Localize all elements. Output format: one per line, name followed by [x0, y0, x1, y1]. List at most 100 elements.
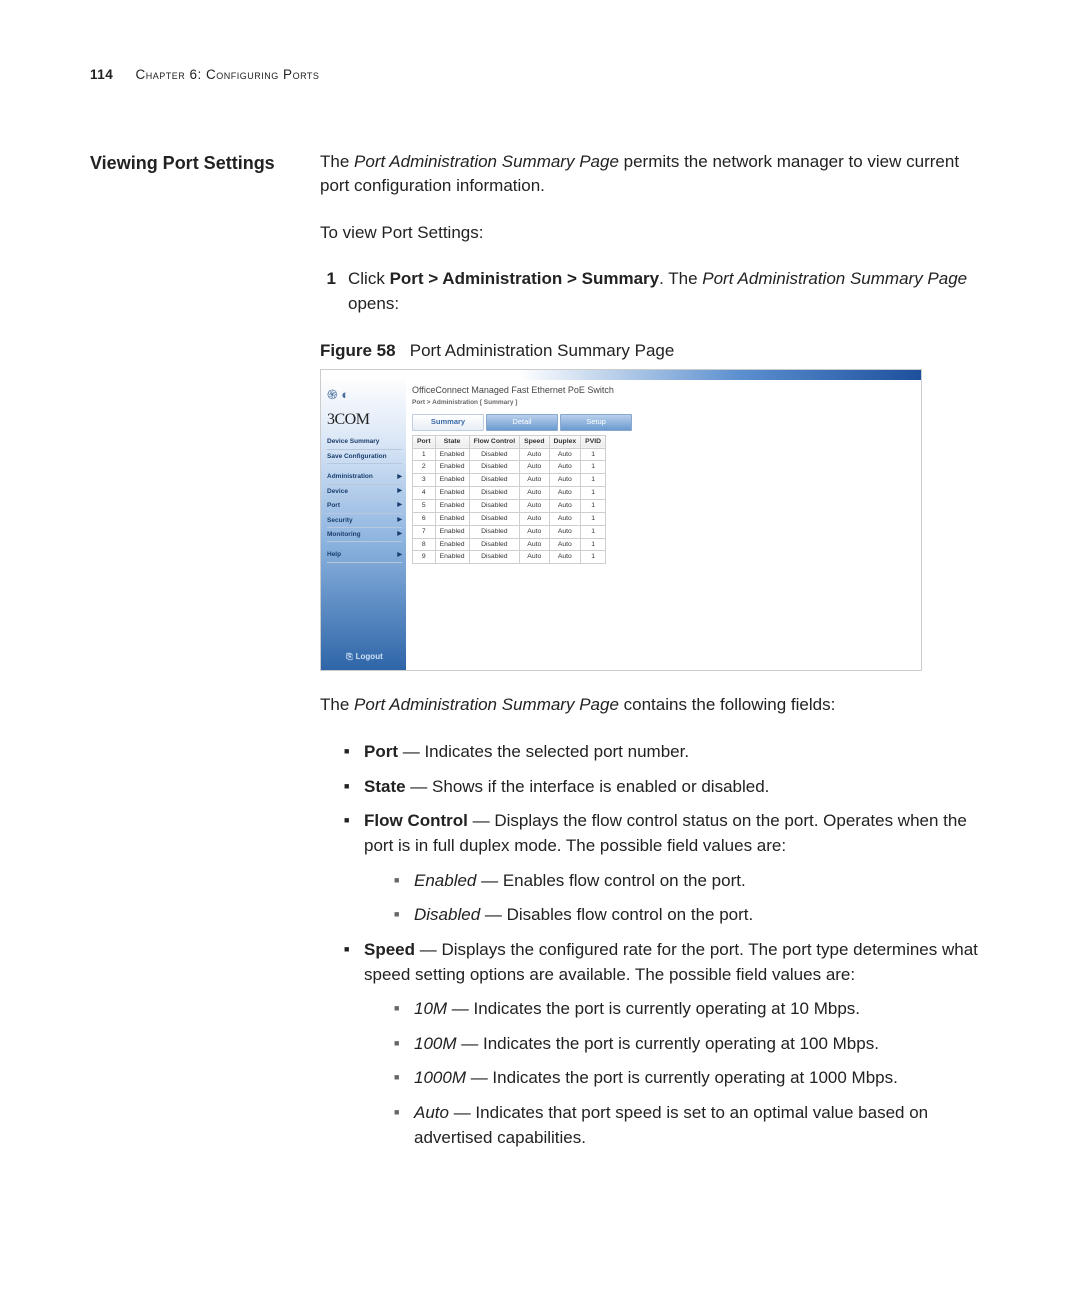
table-cell: Disabled	[469, 538, 520, 551]
value-rest: — Enables flow control on the port.	[476, 871, 745, 890]
field-item-state: State — Shows if the interface is enable…	[344, 775, 990, 800]
intro-paragraph-1: The Port Administration Summary Page per…	[320, 150, 990, 199]
speed-value-10m: 10M — Indicates the port is currently op…	[394, 997, 990, 1022]
table-cell: 3	[413, 474, 436, 487]
table-cell: Disabled	[469, 461, 520, 474]
value-rest: — Indicates the port is currently operat…	[447, 999, 860, 1018]
table-cell: Auto	[520, 512, 549, 525]
table-cell: Auto	[549, 474, 581, 487]
chevron-right-icon: ▶	[397, 516, 402, 525]
field-item-flow: Flow Control — Displays the flow control…	[344, 809, 990, 928]
value-rest: — Disables flow control on the port.	[480, 905, 753, 924]
table-cell: Disabled	[469, 551, 520, 564]
table-cell: 4	[413, 487, 436, 500]
value-rest: — Indicates that port speed is set to an…	[414, 1103, 928, 1147]
tab-setup[interactable]: Setup	[560, 414, 632, 431]
table-row: 9EnabledDisabledAutoAuto1	[413, 551, 606, 564]
table-cell: 9	[413, 551, 436, 564]
step-text: Click Port > Administration > Summary. T…	[348, 267, 990, 316]
table-cell: Disabled	[469, 448, 520, 461]
table-cell: Enabled	[435, 448, 469, 461]
field-label: Port	[364, 742, 398, 761]
section-title: Viewing Port Settings	[90, 150, 290, 176]
table-cell: Auto	[520, 499, 549, 512]
table-cell: 2	[413, 461, 436, 474]
table-cell: Auto	[549, 448, 581, 461]
table-cell: Enabled	[435, 525, 469, 538]
sidebar-item-monitoring[interactable]: Monitoring▶	[327, 528, 402, 542]
table-cell: Enabled	[435, 512, 469, 525]
field-desc: — Displays the configured rate for the p…	[364, 940, 978, 984]
figure-58-screenshot: ֍ ◐ 3COM Device Summary Save Configurati…	[320, 369, 922, 671]
brand-area: ֍ ◐	[327, 386, 402, 405]
text: The	[320, 695, 354, 714]
fig-product-title: OfficeConnect Managed Fast Ethernet PoE …	[412, 384, 915, 397]
intro-page-name: Port Administration Summary Page	[354, 152, 619, 171]
table-cell: Disabled	[469, 512, 520, 525]
table-cell: 1	[581, 538, 606, 551]
table-row: 3EnabledDisabledAutoAuto1	[413, 474, 606, 487]
speed-value-1000m: 1000M — Indicates the port is currently …	[394, 1066, 990, 1091]
col-flow: Flow Control	[469, 435, 520, 448]
sidebar-item-save-config[interactable]: Save Configuration	[327, 450, 402, 464]
table-cell: 1	[581, 551, 606, 564]
table-cell: Auto	[549, 499, 581, 512]
figure-title: Port Administration Summary Page	[410, 341, 675, 360]
logout-link[interactable]: ⎘Logout	[327, 651, 402, 663]
sidebar-item-port[interactable]: Port▶	[327, 499, 402, 513]
table-cell: Auto	[549, 538, 581, 551]
col-speed: Speed	[520, 435, 549, 448]
figure-label: Figure 58	[320, 341, 396, 360]
brand-text: 3COM	[327, 408, 402, 431]
text: contains the following fields:	[619, 695, 835, 714]
field-desc: — Shows if the interface is enabled or d…	[406, 777, 770, 796]
table-cell: Auto	[549, 525, 581, 538]
sidebar-item-administration[interactable]: Administration▶	[327, 470, 402, 484]
chevron-right-icon: ▶	[397, 530, 402, 539]
figure-caption: Figure 58 Port Administration Summary Pa…	[320, 339, 990, 364]
tab-detail[interactable]: Detail	[486, 414, 558, 431]
chapter-label: Chapter 6: Configuring Ports	[136, 67, 320, 82]
text: opens:	[348, 294, 399, 313]
speed-values: 10M — Indicates the port is currently op…	[364, 997, 990, 1150]
speed-value-auto: Auto — Indicates that port speed is set …	[394, 1101, 990, 1150]
value-em: 10M	[414, 999, 447, 1018]
sidebar-item-help[interactable]: Help▶	[327, 548, 402, 562]
table-cell: 1	[581, 499, 606, 512]
step-page-name: Port Administration Summary Page	[702, 269, 967, 288]
field-label: Flow Control	[364, 811, 468, 830]
flow-value-enabled: Enabled — Enables flow control on the po…	[394, 869, 990, 894]
table-cell: Auto	[520, 538, 549, 551]
table-row: 2EnabledDisabledAutoAuto1	[413, 461, 606, 474]
table-cell: 1	[581, 487, 606, 500]
table-cell: Enabled	[435, 538, 469, 551]
table-cell: 1	[413, 448, 436, 461]
table-row: 5EnabledDisabledAutoAuto1	[413, 499, 606, 512]
fig-main: OfficeConnect Managed Fast Ethernet PoE …	[406, 380, 921, 670]
table-row: 4EnabledDisabledAutoAuto1	[413, 487, 606, 500]
table-cell: Auto	[549, 512, 581, 525]
chevron-right-icon: ▶	[397, 487, 402, 496]
table-cell: Disabled	[469, 499, 520, 512]
sidebar-item-device[interactable]: Device▶	[327, 485, 402, 499]
col-duplex: Duplex	[549, 435, 581, 448]
value-em: 1000M	[414, 1068, 466, 1087]
table-cell: Enabled	[435, 474, 469, 487]
fig-sidebar: ֍ ◐ 3COM Device Summary Save Configurati…	[321, 380, 406, 670]
value-em: Disabled	[414, 905, 480, 924]
value-em: Enabled	[414, 871, 476, 890]
chevron-right-icon: ▶	[397, 473, 402, 482]
tab-summary[interactable]: Summary	[412, 414, 484, 431]
speed-value-100m: 100M — Indicates the port is currently o…	[394, 1032, 990, 1057]
sidebar-item-device-summary[interactable]: Device Summary	[327, 435, 402, 449]
port-table: Port State Flow Control Speed Duplex PVI…	[412, 435, 606, 564]
chevron-right-icon: ▶	[397, 501, 402, 510]
col-state: State	[435, 435, 469, 448]
table-cell: Auto	[549, 487, 581, 500]
flow-values: Enabled — Enables flow control on the po…	[364, 869, 990, 928]
sidebar-item-security[interactable]: Security▶	[327, 514, 402, 528]
page-number: 114	[90, 67, 113, 82]
table-cell: 1	[581, 474, 606, 487]
table-cell: 8	[413, 538, 436, 551]
table-cell: Enabled	[435, 551, 469, 564]
